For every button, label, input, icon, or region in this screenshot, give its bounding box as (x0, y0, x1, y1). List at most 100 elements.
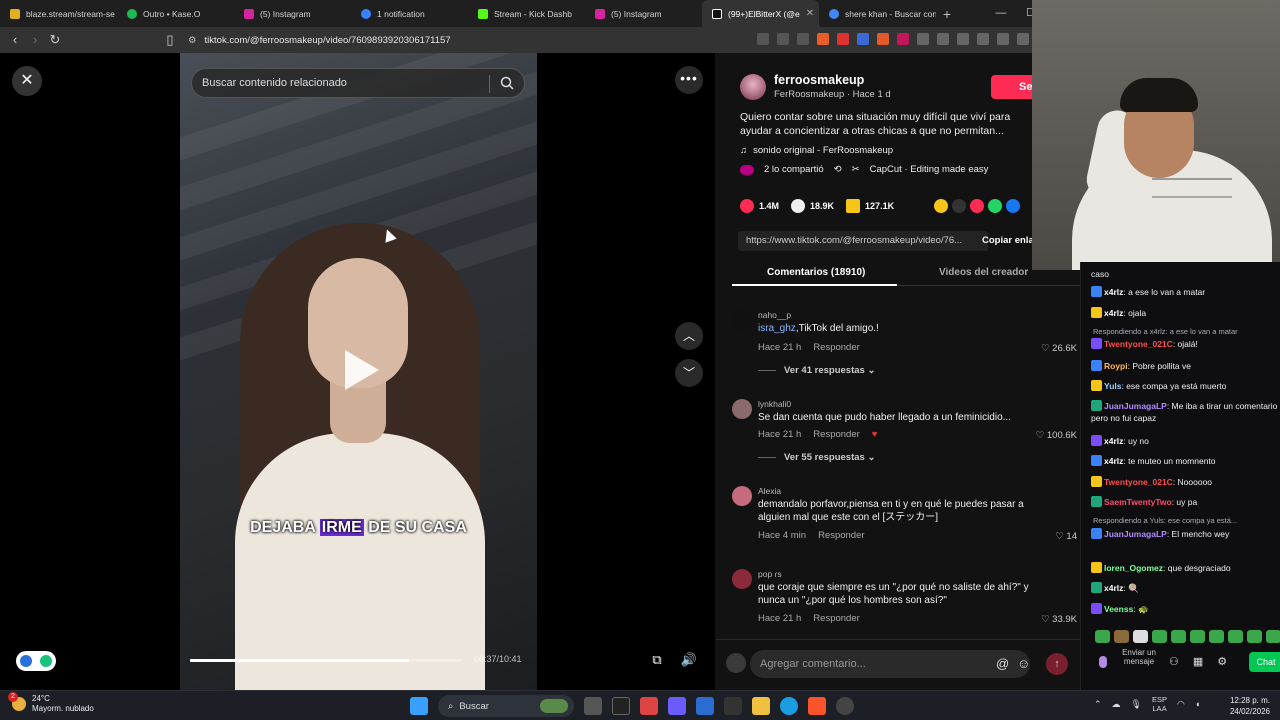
music-icon[interactable] (957, 33, 969, 45)
browser-tab-active[interactable]: (99+)ElBitterX (@e ✕ (702, 0, 819, 27)
emote-icon[interactable] (1152, 630, 1167, 643)
task-view-icon[interactable] (584, 697, 602, 715)
comment-username[interactable]: naho__p (758, 310, 791, 320)
view-replies-button[interactable]: Ver 41 respuestas ⌄ (758, 365, 875, 376)
extension-icon[interactable] (897, 33, 909, 45)
chat-username[interactable]: JuanJumagaLP (1104, 529, 1167, 539)
emote-icon[interactable] (1209, 630, 1224, 643)
reply-button[interactable]: Responder (813, 429, 859, 440)
author-username[interactable]: ferroosmakeup (774, 73, 864, 87)
extension-icon[interactable] (777, 33, 789, 45)
capcut-label[interactable]: CapCut · Editing made easy (870, 164, 989, 175)
brave-rewards-icon[interactable] (837, 33, 849, 45)
chat-username[interactable]: Veenss (1104, 604, 1133, 614)
url-field[interactable]: ⚙ tiktok.com/@ferroosmakeup/video/760989… (188, 30, 816, 50)
emote-icon[interactable] (1247, 630, 1262, 643)
browser-tab[interactable]: Outro • Kase.O (117, 0, 234, 27)
site-info-icon[interactable]: ⚙ (188, 35, 197, 46)
browser-tab[interactable]: 1 notification (351, 0, 468, 27)
chat-username[interactable]: Roypi (1104, 361, 1128, 371)
save-button[interactable]: 127.1K (846, 199, 894, 213)
emote-icon[interactable] (1228, 630, 1243, 643)
more-options-button[interactable]: ••• (675, 66, 703, 94)
volume-icon[interactable]: 🔊 (678, 649, 700, 671)
mic-icon[interactable] (1099, 656, 1107, 668)
reply-button[interactable]: Responder (813, 613, 859, 624)
chat-send-button[interactable]: Chat (1249, 652, 1280, 672)
wifi-icon[interactable]: ◠ (1177, 699, 1185, 710)
comment-input[interactable]: Agregar comentario... (750, 650, 1030, 678)
close-tab-icon[interactable]: ✕ (806, 8, 814, 19)
cloud-icon[interactable]: ☁ (1112, 699, 1121, 710)
tab-comments[interactable]: Comentarios (18910) (767, 267, 865, 278)
related-search-input[interactable]: Buscar contenido relacionado (191, 68, 525, 98)
shared-label[interactable]: 2 lo compartió (764, 164, 824, 175)
floating-widget[interactable] (16, 651, 56, 671)
extension-icon[interactable] (917, 33, 929, 45)
bookmark-icon[interactable]: ▯ (160, 32, 180, 48)
comment-username[interactable]: pop ɾs (758, 569, 782, 579)
comment-like[interactable]: ♡ 100.6K (1036, 430, 1077, 441)
next-video-button[interactable]: ﹀ (675, 359, 703, 387)
facebook-icon[interactable] (1006, 199, 1020, 213)
chat-username[interactable]: x4rlz (1104, 436, 1123, 446)
emote-icon[interactable] (1171, 630, 1186, 643)
comment-avatar[interactable] (732, 399, 752, 419)
comment-button[interactable]: 18.9K (791, 199, 834, 213)
language-indicator[interactable]: ESP LAA (1152, 695, 1167, 713)
video-progress-bar[interactable] (190, 659, 462, 662)
mention-icon[interactable]: @ (996, 656, 1009, 671)
browser-tab[interactable]: blaze.stream/stream-se (0, 0, 117, 27)
chat-username[interactable]: x4rlz (1104, 456, 1123, 466)
comment-like[interactable]: ♡ 26.6K (1041, 343, 1077, 354)
search-icon[interactable] (500, 76, 514, 90)
store-icon[interactable]: ▦ (1193, 655, 1203, 668)
extension-icon[interactable] (857, 33, 869, 45)
send-comment-button[interactable]: ↑ (1046, 653, 1068, 675)
reload-icon[interactable]: ↻ (45, 32, 65, 48)
whatsapp-icon[interactable] (988, 199, 1002, 213)
sidebar-icon[interactable] (997, 33, 1009, 45)
app-icon[interactable] (612, 697, 630, 715)
like-button[interactable]: 1.4M (740, 199, 779, 213)
chat-username[interactable]: loren_Ogomez (1104, 563, 1163, 573)
mic-icon[interactable]: 🎙 (1131, 699, 1142, 710)
chat-username[interactable]: Twentyone_021C (1104, 477, 1173, 487)
play-icon[interactable] (345, 350, 379, 390)
comment-avatar[interactable] (732, 310, 752, 330)
embed-icon[interactable] (952, 199, 966, 213)
comment-like[interactable]: ♡ 33.9K (1041, 614, 1077, 625)
emote-icon[interactable] (1133, 630, 1148, 643)
chat-username[interactable]: x4rlz (1104, 308, 1123, 318)
emote-icon[interactable] (1190, 630, 1205, 643)
extension-icon[interactable] (937, 33, 949, 45)
browser-tab[interactable]: shere khan - Buscar con (819, 0, 936, 27)
minimize-icon[interactable]: — (986, 0, 1016, 27)
tab-creator-videos[interactable]: Videos del creador (939, 267, 1028, 278)
sound-row[interactable]: ♫ sonido original - FerRoosmakeup (740, 145, 893, 156)
tray-chevron-icon[interactable]: ⌃ (1094, 699, 1102, 710)
weather-widget[interactable]: 2 24°C Mayorm. nublado (8, 692, 94, 714)
taskbar-search[interactable]: ⌕ Buscar (438, 695, 574, 717)
file-explorer-icon[interactable] (752, 697, 770, 715)
volume-icon[interactable]: ◖ (1195, 699, 1200, 709)
new-tab-button[interactable]: + (936, 6, 958, 22)
brave-icon[interactable] (808, 697, 826, 715)
copilot-icon[interactable] (668, 697, 686, 715)
users-icon[interactable]: ⚇ (1169, 655, 1179, 668)
chat-username[interactable]: SaemTwentyTwo (1104, 497, 1172, 507)
send-icon[interactable] (970, 199, 984, 213)
share-link-field[interactable]: https://www.tiktok.com/@ferroosmakeup/vi… (738, 231, 988, 251)
back-icon[interactable]: ‹ (5, 32, 25, 47)
reply-button[interactable]: Responder (818, 530, 864, 541)
repost-icon[interactable] (934, 199, 948, 213)
chat-username[interactable]: JuanJumagaLP (1104, 401, 1167, 411)
chat-username[interactable]: Twentyone_021C (1104, 339, 1173, 349)
share-icon[interactable] (797, 33, 809, 45)
settings-icon[interactable]: ⚙ (1217, 655, 1227, 668)
extension-icon[interactable] (877, 33, 889, 45)
emote-icon[interactable] (1114, 630, 1129, 643)
emoji-icon[interactable]: ☺ (1017, 656, 1030, 671)
chat-username[interactable]: x4rlz (1104, 287, 1123, 297)
windows-start-icon[interactable] (410, 697, 428, 715)
